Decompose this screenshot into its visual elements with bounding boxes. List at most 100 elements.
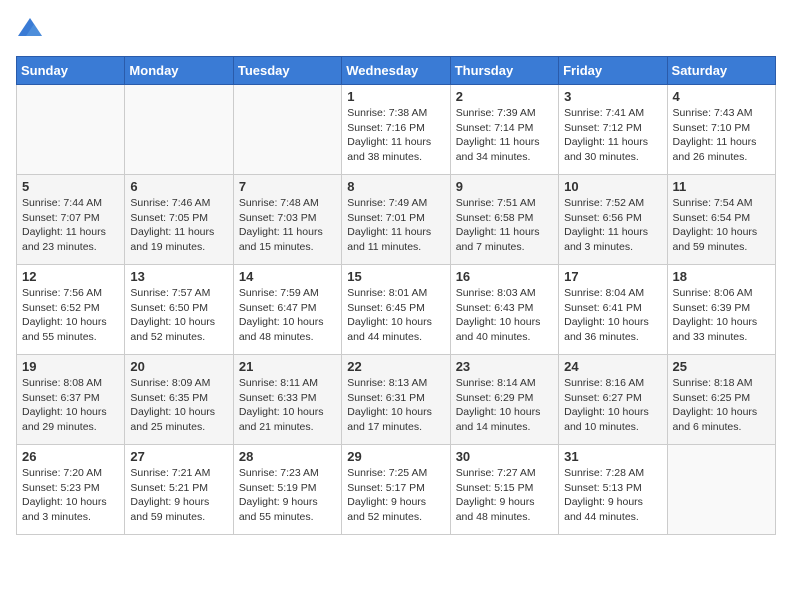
weekday-header-thursday: Thursday: [450, 57, 558, 85]
calendar-day-19: 19 Sunrise: 8:08 AM Sunset: 6:37 PM Dayli…: [17, 355, 125, 445]
day-info: Sunrise: 7:28 AM Sunset: 5:13 PM Dayligh…: [564, 466, 661, 525]
calendar-day-9: 9 Sunrise: 7:51 AM Sunset: 6:58 PM Daylig…: [450, 175, 558, 265]
day-number: 14: [239, 269, 336, 284]
day-info: Sunrise: 8:14 AM Sunset: 6:29 PM Dayligh…: [456, 376, 553, 435]
calendar-day-8: 8 Sunrise: 7:49 AM Sunset: 7:01 PM Daylig…: [342, 175, 450, 265]
day-info: Sunrise: 8:09 AM Sunset: 6:35 PM Dayligh…: [130, 376, 227, 435]
day-number: 19: [22, 359, 119, 374]
weekday-header-saturday: Saturday: [667, 57, 775, 85]
day-number: 31: [564, 449, 661, 464]
calendar-day-30: 30 Sunrise: 7:27 AM Sunset: 5:15 PM Dayli…: [450, 445, 558, 535]
calendar-day-2: 2Sunrise: 7:39 AM Sunset: 7:14 PM Daylig…: [450, 85, 558, 175]
day-info: Sunrise: 8:08 AM Sunset: 6:37 PM Dayligh…: [22, 376, 119, 435]
day-info: Sunrise: 7:43 AM Sunset: 7:10 PM Dayligh…: [673, 106, 770, 165]
day-number: 20: [130, 359, 227, 374]
day-number: 6: [130, 179, 227, 194]
empty-cell: [125, 85, 233, 175]
day-number: 8: [347, 179, 444, 194]
day-info: Sunrise: 7:46 AM Sunset: 7:05 PM Dayligh…: [130, 196, 227, 255]
day-number: 22: [347, 359, 444, 374]
day-number: 11: [673, 179, 770, 194]
day-info: Sunrise: 7:52 AM Sunset: 6:56 PM Dayligh…: [564, 196, 661, 255]
weekday-header-friday: Friday: [559, 57, 667, 85]
day-number: 24: [564, 359, 661, 374]
day-info: Sunrise: 7:20 AM Sunset: 5:23 PM Dayligh…: [22, 466, 119, 525]
day-info: Sunrise: 7:44 AM Sunset: 7:07 PM Dayligh…: [22, 196, 119, 255]
calendar-day-18: 18Sunrise: 8:06 AM Sunset: 6:39 PM Dayli…: [667, 265, 775, 355]
calendar-day-31: 31 Sunrise: 7:28 AM Sunset: 5:13 PM Dayli…: [559, 445, 667, 535]
logo-icon: [16, 16, 44, 44]
logo: [16, 16, 48, 44]
day-number: 10: [564, 179, 661, 194]
calendar-day-24: 24 Sunrise: 8:16 AM Sunset: 6:27 PM Dayli…: [559, 355, 667, 445]
day-info: Sunrise: 7:59 AM Sunset: 6:47 PM Dayligh…: [239, 286, 336, 345]
calendar-week-row: 1 Sunrise: 7:38 AM Sunset: 7:16 PM Daylig…: [17, 85, 776, 175]
day-number: 26: [22, 449, 119, 464]
day-number: 9: [456, 179, 553, 194]
calendar-day-10: 10 Sunrise: 7:52 AM Sunset: 6:56 PM Dayli…: [559, 175, 667, 265]
calendar-day-22: 22 Sunrise: 8:13 AM Sunset: 6:31 PM Dayli…: [342, 355, 450, 445]
weekday-header-row: SundayMondayTuesdayWednesdayThursdayFrid…: [17, 57, 776, 85]
calendar-day-26: 26 Sunrise: 7:20 AM Sunset: 5:23 PM Dayli…: [17, 445, 125, 535]
calendar-week-row: 12 Sunrise: 7:56 AM Sunset: 6:52 PM Dayli…: [17, 265, 776, 355]
day-info: Sunrise: 7:23 AM Sunset: 5:19 PM Dayligh…: [239, 466, 336, 525]
day-number: 1: [347, 89, 444, 104]
calendar-day-28: 28 Sunrise: 7:23 AM Sunset: 5:19 PM Dayli…: [233, 445, 341, 535]
calendar-week-row: 19 Sunrise: 8:08 AM Sunset: 6:37 PM Dayli…: [17, 355, 776, 445]
day-number: 15: [347, 269, 444, 284]
day-number: 3: [564, 89, 661, 104]
day-info: Sunrise: 7:25 AM Sunset: 5:17 PM Dayligh…: [347, 466, 444, 525]
weekday-header-sunday: Sunday: [17, 57, 125, 85]
calendar-day-21: 21 Sunrise: 8:11 AM Sunset: 6:33 PM Dayli…: [233, 355, 341, 445]
weekday-header-wednesday: Wednesday: [342, 57, 450, 85]
day-info: Sunrise: 7:57 AM Sunset: 6:50 PM Dayligh…: [130, 286, 227, 345]
day-info: Sunrise: 7:49 AM Sunset: 7:01 PM Dayligh…: [347, 196, 444, 255]
calendar-week-row: 26 Sunrise: 7:20 AM Sunset: 5:23 PM Dayli…: [17, 445, 776, 535]
day-info: Sunrise: 8:03 AM Sunset: 6:43 PM Dayligh…: [456, 286, 553, 345]
day-info: Sunrise: 7:51 AM Sunset: 6:58 PM Dayligh…: [456, 196, 553, 255]
day-number: 27: [130, 449, 227, 464]
calendar-day-4: 4 Sunrise: 7:43 AM Sunset: 7:10 PM Daylig…: [667, 85, 775, 175]
calendar-day-13: 13Sunrise: 7:57 AM Sunset: 6:50 PM Dayli…: [125, 265, 233, 355]
calendar-week-row: 5 Sunrise: 7:44 AM Sunset: 7:07 PM Daylig…: [17, 175, 776, 265]
weekday-header-tuesday: Tuesday: [233, 57, 341, 85]
day-number: 23: [456, 359, 553, 374]
day-number: 30: [456, 449, 553, 464]
calendar-day-7: 7Sunrise: 7:48 AM Sunset: 7:03 PM Daylig…: [233, 175, 341, 265]
calendar-day-11: 11 Sunrise: 7:54 AM Sunset: 6:54 PM Dayli…: [667, 175, 775, 265]
empty-cell: [17, 85, 125, 175]
calendar-day-1: 1 Sunrise: 7:38 AM Sunset: 7:16 PM Daylig…: [342, 85, 450, 175]
day-number: 25: [673, 359, 770, 374]
calendar-day-16: 16Sunrise: 8:03 AM Sunset: 6:43 PM Dayli…: [450, 265, 558, 355]
day-number: 12: [22, 269, 119, 284]
calendar-day-23: 23 Sunrise: 8:14 AM Sunset: 6:29 PM Dayli…: [450, 355, 558, 445]
day-number: 5: [22, 179, 119, 194]
calendar-day-15: 15 Sunrise: 8:01 AM Sunset: 6:45 PM Dayli…: [342, 265, 450, 355]
calendar-day-29: 29 Sunrise: 7:25 AM Sunset: 5:17 PM Dayli…: [342, 445, 450, 535]
day-info: Sunrise: 7:27 AM Sunset: 5:15 PM Dayligh…: [456, 466, 553, 525]
calendar-day-17: 17Sunrise: 8:04 AM Sunset: 6:41 PM Dayli…: [559, 265, 667, 355]
calendar-day-14: 14 Sunrise: 7:59 AM Sunset: 6:47 PM Dayli…: [233, 265, 341, 355]
day-info: Sunrise: 8:13 AM Sunset: 6:31 PM Dayligh…: [347, 376, 444, 435]
calendar-day-20: 20 Sunrise: 8:09 AM Sunset: 6:35 PM Dayli…: [125, 355, 233, 445]
day-number: 18: [673, 269, 770, 284]
day-number: 21: [239, 359, 336, 374]
calendar-day-5: 5 Sunrise: 7:44 AM Sunset: 7:07 PM Daylig…: [17, 175, 125, 265]
day-number: 2: [456, 89, 553, 104]
day-info: Sunrise: 8:01 AM Sunset: 6:45 PM Dayligh…: [347, 286, 444, 345]
calendar-day-3: 3Sunrise: 7:41 AM Sunset: 7:12 PM Daylig…: [559, 85, 667, 175]
day-number: 29: [347, 449, 444, 464]
day-number: 28: [239, 449, 336, 464]
calendar-table: SundayMondayTuesdayWednesdayThursdayFrid…: [16, 56, 776, 535]
day-info: Sunrise: 7:48 AM Sunset: 7:03 PM Dayligh…: [239, 196, 336, 255]
day-info: Sunrise: 7:38 AM Sunset: 7:16 PM Dayligh…: [347, 106, 444, 165]
day-number: 4: [673, 89, 770, 104]
empty-cell: [233, 85, 341, 175]
day-info: Sunrise: 8:16 AM Sunset: 6:27 PM Dayligh…: [564, 376, 661, 435]
day-info: Sunrise: 7:54 AM Sunset: 6:54 PM Dayligh…: [673, 196, 770, 255]
calendar-day-6: 6 Sunrise: 7:46 AM Sunset: 7:05 PM Daylig…: [125, 175, 233, 265]
calendar-day-25: 25Sunrise: 8:18 AM Sunset: 6:25 PM Dayli…: [667, 355, 775, 445]
day-info: Sunrise: 8:11 AM Sunset: 6:33 PM Dayligh…: [239, 376, 336, 435]
day-info: Sunrise: 7:56 AM Sunset: 6:52 PM Dayligh…: [22, 286, 119, 345]
day-number: 17: [564, 269, 661, 284]
